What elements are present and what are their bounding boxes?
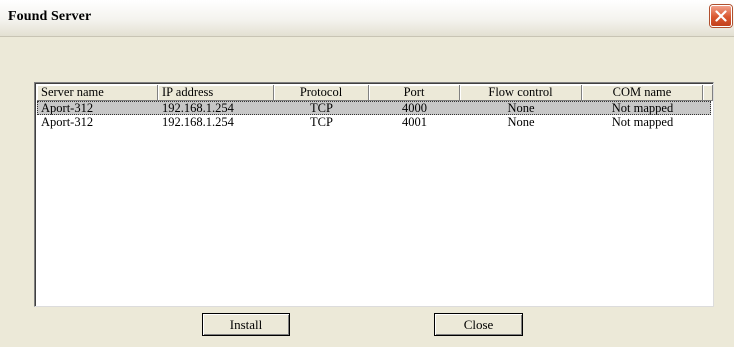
cell-protocol: TCP [310, 115, 333, 129]
cell-server-name: Aport-312 [41, 115, 94, 129]
close-button[interactable]: Close [434, 313, 523, 336]
list-rows: Aport-312 192.168.1.254 TCP 4000 None No… [37, 101, 711, 129]
cell-server-name: Aport-312 [41, 101, 94, 115]
cell-ip-address: 192.168.1.254 [162, 101, 234, 115]
cell-com-name: Not mapped [611, 115, 674, 129]
cell-protocol: TCP [310, 101, 333, 115]
table-row[interactable]: Aport-312 192.168.1.254 TCP 4001 None No… [37, 115, 711, 129]
window-title: Found Server [8, 9, 92, 24]
found-server-dialog: Found Server Server name IP address Prot… [0, 0, 734, 347]
list-header: Server name IP address Protocol Port Flo… [37, 85, 713, 101]
title-bar[interactable]: Found Server [0, 0, 734, 37]
close-icon [715, 10, 727, 22]
column-header-port[interactable]: Port [369, 85, 460, 101]
column-header-server-name[interactable]: Server name [37, 85, 158, 101]
server-list[interactable]: Server name IP address Protocol Port Flo… [34, 82, 714, 307]
cell-ip-address: 192.168.1.254 [162, 115, 234, 129]
table-row[interactable]: Aport-312 192.168.1.254 TCP 4000 None No… [37, 101, 711, 115]
window-close-button[interactable] [710, 5, 732, 27]
cell-port: 4000 [402, 101, 427, 115]
column-header-flow-control[interactable]: Flow control [460, 85, 582, 101]
cell-port: 4001 [402, 115, 427, 129]
cell-flow-control: None [507, 115, 535, 129]
column-header-protocol[interactable]: Protocol [274, 85, 369, 101]
column-header-ip-address[interactable]: IP address [158, 85, 274, 101]
cell-flow-control: None [507, 101, 535, 115]
column-header-filler [703, 85, 713, 101]
cell-com-name: Not mapped [611, 101, 674, 115]
column-header-com-name[interactable]: COM name [582, 85, 703, 101]
install-button[interactable]: Install [202, 313, 290, 336]
